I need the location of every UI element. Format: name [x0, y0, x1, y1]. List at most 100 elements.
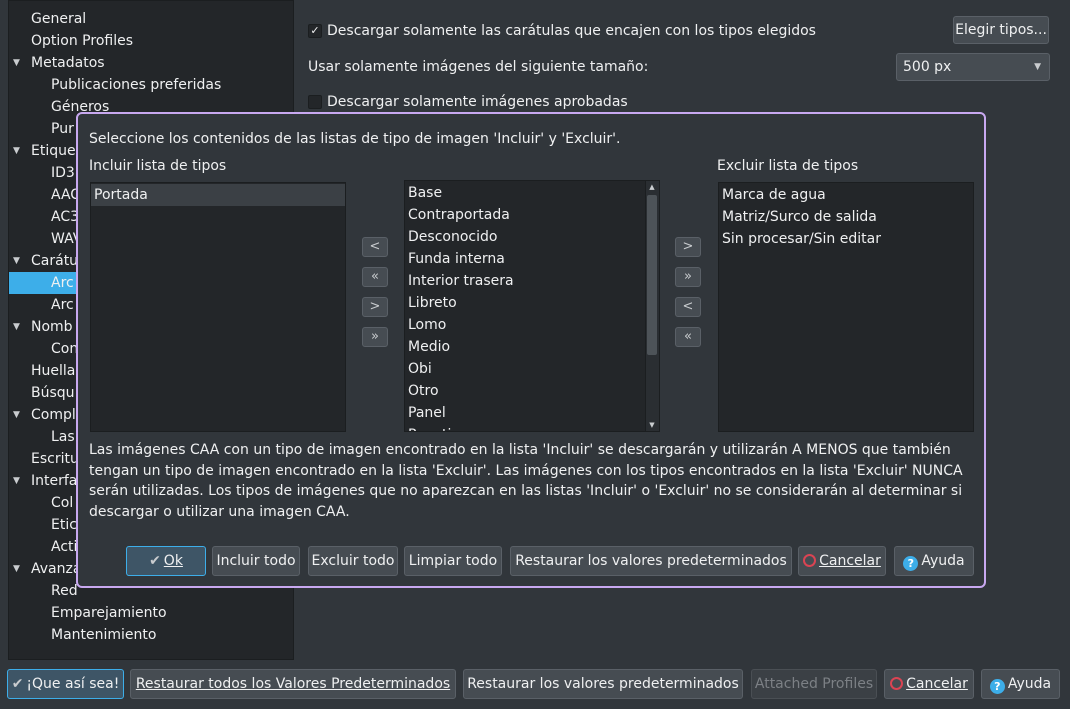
remove-from-include-button[interactable]: >	[362, 297, 388, 317]
scroll-down-icon[interactable]: ▼	[646, 419, 658, 431]
list-item[interactable]: Contraportada	[405, 204, 645, 226]
tree-item[interactable]: Pur	[51, 118, 74, 140]
tree-item[interactable]: Con	[51, 338, 78, 360]
tree-item[interactable]: Arc	[51, 294, 74, 316]
tree-item[interactable]: Escritu	[31, 448, 79, 470]
remove-all-from-exclude-button[interactable]: «	[675, 327, 701, 347]
approved-only-checkbox[interactable]	[308, 95, 322, 109]
help-icon: ?	[903, 556, 919, 571]
tree-item[interactable]: Huella	[31, 360, 75, 382]
tree-item[interactable]: Etic	[51, 514, 77, 536]
tree-item-label: Col	[51, 495, 74, 511]
tree-item-label: Pur	[51, 121, 74, 137]
list-item[interactable]: Libreto	[405, 292, 645, 314]
dialog-help-button[interactable]: ? Ayuda	[894, 546, 974, 576]
caa-types-dialog: Seleccione los contenidos de las listas …	[76, 112, 986, 588]
include-all-button[interactable]: Incluir todo	[212, 546, 300, 576]
clear-all-button[interactable]: Limpiar todo	[404, 546, 502, 576]
include-type-list[interactable]: Portada	[90, 182, 346, 432]
tree-item-label: Compl	[31, 407, 76, 423]
list-item[interactable]: Medio	[405, 336, 645, 358]
remove-all-from-include-button[interactable]: »	[362, 327, 388, 347]
tree-item-label: Búsqu	[31, 385, 75, 401]
tree-item[interactable]: Publicaciones preferidas	[51, 74, 221, 96]
exclude-all-button[interactable]: Excluir todo	[308, 546, 398, 576]
tree-item[interactable]: Red	[51, 580, 78, 602]
list-item[interactable]: Portada	[91, 184, 345, 206]
list-item[interactable]: Interior trasera	[405, 270, 645, 292]
list-item[interactable]: Desconocido	[405, 226, 645, 248]
expand-arrow-icon[interactable]: ▼	[13, 470, 23, 492]
list-item[interactable]: Base	[405, 182, 645, 204]
dialog-restore-defaults-button[interactable]: Restaurar los valores predeterminados	[510, 546, 792, 576]
move-to-exclude-button[interactable]: >	[675, 237, 701, 257]
list-item[interactable]: Marca de agua	[719, 184, 973, 206]
tree-item-label: Acti	[51, 539, 78, 555]
restore-defaults-button[interactable]: Restaurar los valores predeterminados	[463, 669, 743, 699]
tree-item[interactable]: Option Profiles	[31, 30, 133, 52]
tree-item-label: Avanza	[31, 561, 82, 577]
move-all-to-exclude-button[interactable]: »	[675, 267, 701, 287]
dialog-ok-button[interactable]: ✔ Ok	[126, 546, 206, 576]
list-item[interactable]: Funda interna	[405, 248, 645, 270]
available-list-scrollbar[interactable]: ▲ ▼	[645, 181, 659, 431]
remove-from-exclude-button[interactable]: <	[675, 297, 701, 317]
footer-cancel-label: Cancelar	[906, 676, 968, 692]
expand-arrow-icon[interactable]: ▼	[13, 140, 23, 162]
tree-item[interactable]: Etique	[31, 140, 76, 162]
tree-item-label: Option Profiles	[31, 33, 133, 49]
tree-item-label: Las	[51, 429, 75, 445]
dialog-cancel-button[interactable]: Cancelar	[798, 546, 886, 576]
image-size-value: 500 px	[903, 59, 952, 75]
list-item[interactable]: Obi	[405, 358, 645, 380]
scroll-up-icon[interactable]: ▲	[646, 181, 658, 193]
tree-item-label: Metadatos	[31, 55, 105, 71]
available-type-list[interactable]: ▲ ▼ Base Contraportada Desconocido Funda in…	[404, 180, 660, 432]
tree-item[interactable]: ID3	[51, 162, 75, 184]
tree-item[interactable]: Búsqu	[31, 382, 75, 404]
list-item[interactable]: Panel	[405, 402, 645, 424]
move-all-to-include-button[interactable]: «	[362, 267, 388, 287]
restore-all-defaults-button[interactable]: Restaurar todos los Valores Predetermina…	[130, 669, 456, 699]
tree-item[interactable]: Mantenimiento	[51, 624, 156, 646]
expand-arrow-icon[interactable]: ▼	[13, 404, 23, 426]
tree-item[interactable]: Avanza	[31, 558, 81, 580]
move-to-include-button[interactable]: <	[362, 237, 388, 257]
image-size-select[interactable]: 500 px ▼	[896, 53, 1050, 81]
footer-help-button[interactable]: ? Ayuda	[981, 669, 1060, 699]
only-matching-checkbox[interactable]: ✓	[308, 24, 322, 38]
list-item[interactable]: Matriz/Surco de salida	[719, 206, 973, 228]
tree-item[interactable]: Nomb	[31, 316, 73, 338]
attached-profiles-button[interactable]: Attached Profiles	[751, 669, 877, 699]
tree-item-label: Etic	[51, 517, 77, 533]
dialog-ok-label: Ok	[163, 553, 183, 569]
tree-item[interactable]: Metadatos	[31, 52, 105, 74]
exclude-list-title: Excluir lista de tipos	[717, 158, 859, 174]
tree-item[interactable]: Compl	[31, 404, 76, 426]
tree-item[interactable]: Emparejamiento	[51, 602, 167, 624]
expand-arrow-icon[interactable]: ▼	[13, 558, 23, 580]
list-item[interactable]: Lomo	[405, 314, 645, 336]
tree-item[interactable]: General	[31, 8, 86, 30]
image-size-label: Usar solamente imágenes del siguiente ta…	[308, 59, 649, 75]
tree-item[interactable]: Acti	[51, 536, 77, 558]
tree-item[interactable]: Interfa	[31, 470, 77, 492]
tree-item[interactable]: Las	[51, 426, 75, 448]
expand-arrow-icon[interactable]: ▼	[13, 52, 23, 74]
list-item[interactable]: Pegatina	[405, 424, 645, 431]
tree-item[interactable]: Carátu	[31, 250, 78, 272]
footer-cancel-button[interactable]: Cancelar	[884, 669, 974, 699]
tree-item[interactable]: Col	[51, 492, 73, 514]
list-item[interactable]: Sin procesar/Sin editar	[719, 228, 973, 250]
tree-item[interactable]: AC3	[51, 206, 79, 228]
choose-types-button[interactable]: Elegir tipos...	[953, 16, 1049, 44]
expand-arrow-icon[interactable]: ▼	[13, 250, 23, 272]
only-matching-label: Descargar solamente las carátulas que en…	[327, 23, 816, 39]
scrollbar-thumb[interactable]	[647, 195, 657, 355]
exclude-type-list[interactable]: Marca de agua Matriz/Surco de salida Sin p…	[718, 182, 974, 432]
tree-item-label: Etique	[31, 143, 76, 159]
footer-ok-button[interactable]: ✔ ¡Que así sea!	[7, 669, 124, 699]
list-item[interactable]: Otro	[405, 380, 645, 402]
expand-arrow-icon[interactable]: ▼	[13, 316, 23, 338]
cancel-icon	[890, 677, 904, 690]
